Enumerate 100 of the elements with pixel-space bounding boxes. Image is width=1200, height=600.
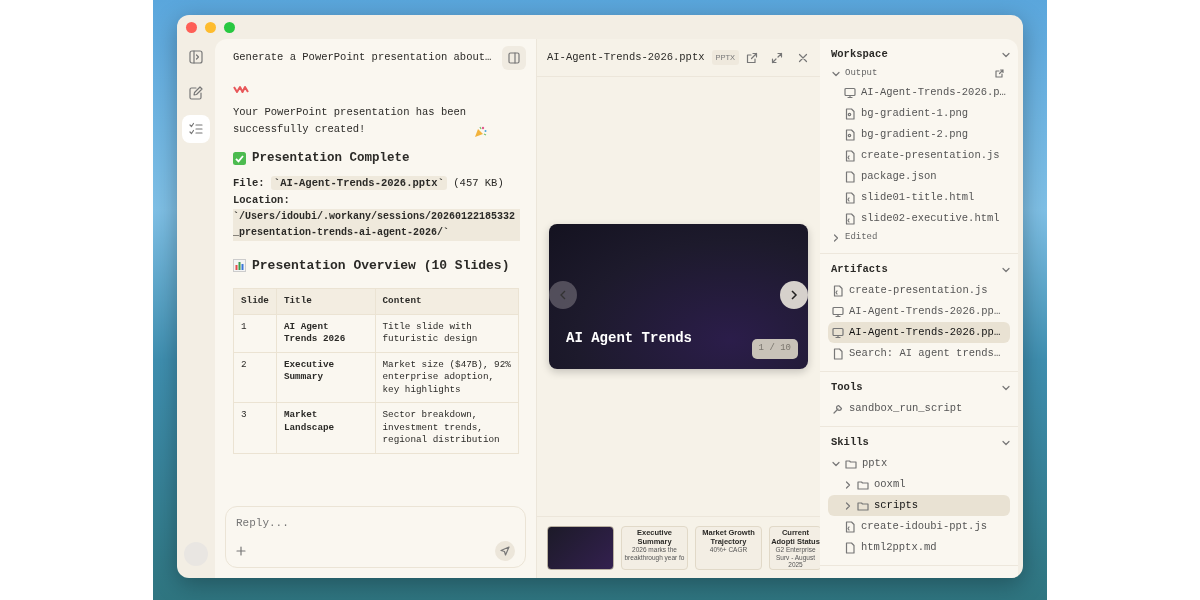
open-external-button[interactable] xyxy=(746,51,759,64)
chevron-icon xyxy=(1002,51,1010,59)
slide-counter: 1 / 10 xyxy=(751,339,798,359)
file-label[interactable]: create-idoubi-ppt.js xyxy=(861,518,988,535)
chevron-left-icon xyxy=(559,290,567,300)
image-file-icon xyxy=(844,128,856,141)
file-icon xyxy=(844,541,856,554)
collapse-section-button[interactable] xyxy=(1002,51,1010,59)
slide-thumbnail[interactable] xyxy=(547,526,614,570)
reply-box[interactable]: Reply... xyxy=(225,506,526,568)
zigzag-logo-icon xyxy=(233,84,249,95)
file-label[interactable]: Search: AI agent trends… xyxy=(849,345,1001,362)
table-cell: 3 xyxy=(233,402,277,453)
checklist-icon xyxy=(189,122,203,136)
file-icon xyxy=(844,170,856,183)
file-label[interactable]: bg-gradient-2.png xyxy=(861,126,969,143)
section-title: Tools xyxy=(831,380,863,396)
add-attachment-button[interactable] xyxy=(236,544,246,558)
wrench-icon xyxy=(832,402,844,415)
file-icon xyxy=(832,347,844,360)
table-cell: 2 xyxy=(233,352,277,403)
file-label[interactable]: package.json xyxy=(861,168,937,185)
section-title: Artifacts xyxy=(831,262,888,278)
code-file-icon xyxy=(844,191,856,204)
file-name: `AI-Agent-Trends-2026.pptx` xyxy=(270,176,447,190)
close-button[interactable] xyxy=(798,52,809,63)
message-text: Your PowerPoint presentation has been successfully created! xyxy=(233,105,468,137)
file-size: (457 KB) xyxy=(453,177,504,189)
tasks-button[interactable] xyxy=(182,115,210,143)
image-file-icon xyxy=(844,107,856,120)
bar-chart-icon xyxy=(233,259,246,272)
previous-slide-button[interactable] xyxy=(549,281,577,309)
slide-title: AI Agent Trends xyxy=(566,329,693,348)
table-cell: Market Landscape xyxy=(276,402,376,453)
table-cell: AI Agent Trends 2026 xyxy=(276,314,376,352)
party-popper-icon xyxy=(474,125,487,138)
send-icon xyxy=(500,546,510,556)
chevron-icon xyxy=(1002,384,1010,392)
code-file-icon xyxy=(844,212,856,225)
folder-icon xyxy=(857,478,869,491)
file-label[interactable]: bg-gradient-1.png xyxy=(861,105,969,122)
chevron-right-icon xyxy=(790,290,798,300)
table-cell: Title slide with futuristic design xyxy=(375,314,519,352)
close-icon xyxy=(798,52,809,63)
folder-label[interactable]: Edited xyxy=(845,230,878,245)
file-label[interactable]: create-presentation.js xyxy=(861,147,1000,164)
file-label[interactable]: html2pptx.md xyxy=(861,539,937,556)
zoom-window-button[interactable] xyxy=(224,21,235,33)
table-cell: Sector breakdown, investment trends, regional distribution xyxy=(375,402,519,453)
file-label[interactable]: ooxml xyxy=(874,476,906,493)
section-title: Workspace xyxy=(831,47,888,63)
next-slide-button[interactable] xyxy=(780,281,808,309)
monitor-icon xyxy=(844,86,856,99)
code-file-icon xyxy=(832,284,844,297)
column-header: Slide xyxy=(233,288,277,314)
file-label[interactable]: slide01-title.html xyxy=(861,189,975,206)
code-file-icon xyxy=(844,149,856,162)
external-link-icon xyxy=(746,51,759,64)
edit-icon xyxy=(189,86,203,100)
section-heading: Presentation Complete xyxy=(252,150,410,167)
file-label[interactable]: AI-Agent-Trends-2026.pp… xyxy=(849,303,1001,320)
preview-file-name: AI-Agent-Trends-2026.pptx xyxy=(547,49,705,65)
collapse-section-button[interactable] xyxy=(1002,439,1010,447)
expand-icon xyxy=(771,51,784,64)
file-label: File: xyxy=(233,177,265,189)
panel-icon xyxy=(508,52,520,64)
panel-toggle-button[interactable] xyxy=(502,46,526,70)
location-label: Location: xyxy=(233,193,291,208)
folder-icon xyxy=(845,457,857,470)
chevron-icon xyxy=(1002,266,1010,274)
file-label[interactable]: pptx xyxy=(862,455,888,472)
chat-title: Generate a PowerPoint presentation about… xyxy=(233,50,492,66)
section-heading: Presentation Overview (10 Slides) xyxy=(252,257,510,274)
file-label[interactable]: slide02-executive.html xyxy=(861,210,1000,227)
close-window-button[interactable] xyxy=(186,21,197,33)
section-title: Skills xyxy=(831,435,869,451)
send-button[interactable] xyxy=(495,541,515,561)
expand-button[interactable] xyxy=(771,51,784,64)
collapse-section-button[interactable] xyxy=(1002,266,1010,274)
column-header: Content xyxy=(375,288,519,314)
chevron-icon xyxy=(1002,439,1010,447)
monitor-icon xyxy=(832,326,844,339)
sidebar-icon xyxy=(189,50,203,64)
folder-icon xyxy=(857,499,869,512)
location-path: `/Users/idoubi/.workany/sessions/20260122185332_presentation-trends-ai-agent-2026/` xyxy=(233,209,520,241)
monitor-icon xyxy=(832,305,844,318)
table-cell: 1 xyxy=(233,314,277,352)
file-label[interactable]: sandbox_run_script xyxy=(849,400,963,417)
reply-field[interactable]: Reply... xyxy=(236,515,515,532)
column-header: Title xyxy=(276,288,376,314)
check-icon xyxy=(233,152,246,165)
collapse-section-button[interactable] xyxy=(1002,384,1010,392)
external-link-icon[interactable] xyxy=(995,69,1004,78)
folder-label[interactable]: Output xyxy=(845,66,878,81)
plus-icon xyxy=(236,546,246,557)
table-cell: Executive Summary xyxy=(276,352,376,403)
file-label[interactable]: AI-Agent-Trends-2026.p… xyxy=(861,84,1006,101)
table-cell: Market size ($47B), 92% enterprise adoption, key highlights xyxy=(375,352,519,403)
code-file-icon xyxy=(844,520,856,533)
file-label[interactable]: create-presentation.js xyxy=(849,282,988,299)
